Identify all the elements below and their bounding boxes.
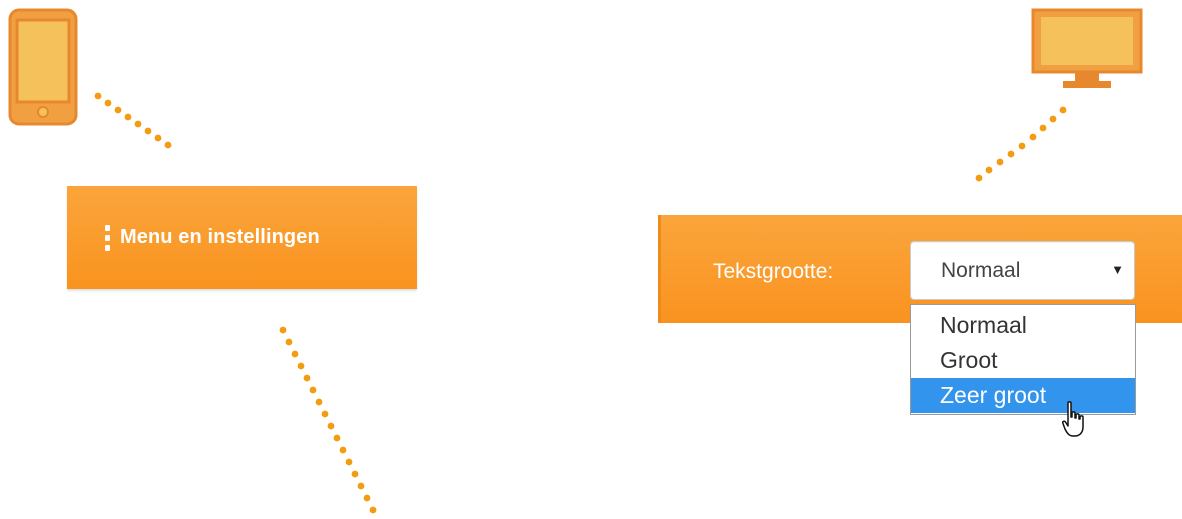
dotted-line-menu — [279, 326, 377, 514]
mouse-pointer-icon — [1062, 401, 1084, 437]
dotted-line-monitor — [975, 106, 1067, 182]
text-size-select-value: Normaal — [941, 259, 1021, 282]
text-size-select[interactable]: Normaal ▼ — [910, 241, 1135, 300]
option-zeer-groot[interactable]: Zeer groot — [911, 378, 1135, 413]
option-normaal[interactable]: Normaal — [911, 308, 1135, 343]
text-size-label: Tekstgrootte: — [713, 260, 834, 283]
mobile-menu-button[interactable]: Menu en instellingen — [67, 186, 417, 289]
mobile-menu-label: Menu en instellingen — [120, 226, 320, 248]
dotted-line-phone — [94, 92, 172, 149]
kebab-menu-icon — [105, 224, 110, 251]
text-size-dropdown-list: Normaal Groot Zeer groot — [910, 304, 1136, 415]
option-groot[interactable]: Groot — [911, 343, 1135, 378]
caret-down-icon: ▼ — [1111, 262, 1124, 277]
